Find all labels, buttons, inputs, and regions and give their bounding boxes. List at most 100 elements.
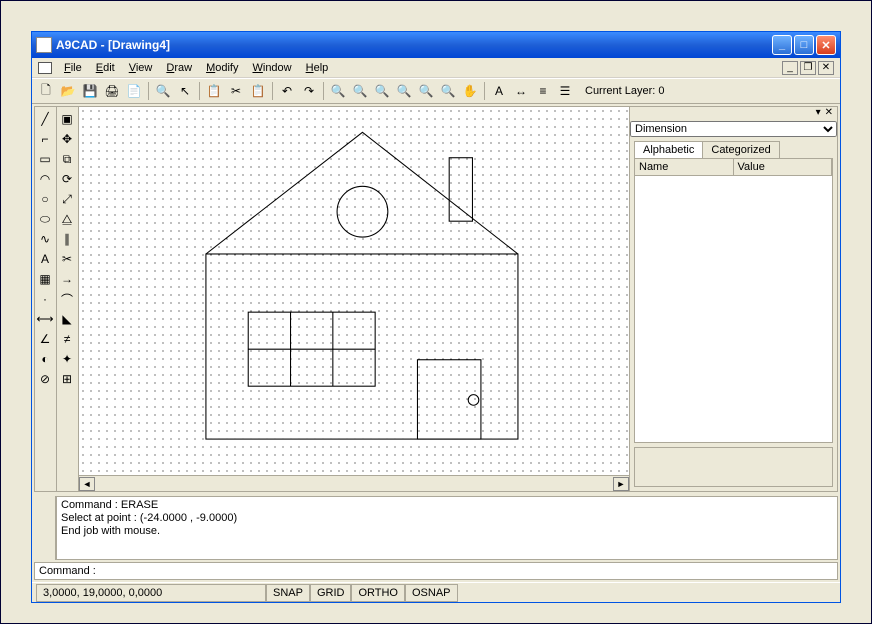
circle-button[interactable]: ○ bbox=[35, 189, 55, 209]
panel-close-icon[interactable]: ✕ bbox=[823, 107, 835, 121]
command-log[interactable]: Command : ERASE Select at point : (-24.0… bbox=[56, 496, 838, 560]
modify-toolbar: ▣✥⧉⟳⤢⧋∥✂→⌒◣≠✦⊞ bbox=[57, 107, 79, 491]
copy-button[interactable]: 📋 bbox=[204, 81, 224, 101]
rotate-button[interactable]: ⟳ bbox=[57, 169, 77, 189]
zoom-realtime-button[interactable]: 🔍 bbox=[416, 81, 436, 101]
snap-toggle[interactable]: SNAP bbox=[266, 584, 310, 602]
properties-panel: ▾ ✕ Dimension Alphabetic Categorized Nam… bbox=[629, 107, 837, 491]
zoom-previous-button[interactable]: 🔍 bbox=[438, 81, 458, 101]
chamfer-button[interactable]: ◣ bbox=[57, 309, 77, 329]
drawing-content bbox=[79, 107, 629, 475]
fillet-button[interactable]: ⌒ bbox=[57, 289, 77, 309]
dim-button[interactable]: ↔ bbox=[511, 81, 531, 101]
undo-button[interactable]: ↶ bbox=[277, 81, 297, 101]
scroll-right-button[interactable]: ► bbox=[613, 477, 629, 491]
command-toolbar bbox=[34, 496, 56, 560]
current-layer-label: Current Layer: 0 bbox=[581, 83, 668, 99]
menu-draw[interactable]: Draw bbox=[160, 61, 198, 75]
move-button[interactable]: ✥ bbox=[57, 129, 77, 149]
text-button[interactable]: A bbox=[489, 81, 509, 101]
property-grid-header: Name Value bbox=[634, 158, 833, 176]
array-button[interactable]: ⊞ bbox=[57, 369, 77, 389]
line-button[interactable]: ╱ bbox=[35, 109, 55, 129]
offset-button[interactable]: ∥ bbox=[57, 229, 77, 249]
rectangle-button[interactable]: ▭ bbox=[35, 149, 55, 169]
trim-button[interactable]: ✂ bbox=[57, 249, 77, 269]
app-icon bbox=[36, 37, 52, 53]
dim-radius-button[interactable]: ◐ bbox=[35, 349, 55, 369]
grid-toggle[interactable]: GRID bbox=[310, 584, 352, 602]
command-area: Command : ERASE Select at point : (-24.0… bbox=[34, 496, 838, 560]
new-button[interactable]: 🗋 bbox=[36, 81, 56, 101]
dim-diameter-button[interactable]: ⊘ bbox=[35, 369, 55, 389]
print-button[interactable]: 🖨 bbox=[102, 81, 122, 101]
export-button[interactable]: 📄 bbox=[124, 81, 144, 101]
command-prompt: Command : bbox=[39, 565, 96, 577]
zoom-window-button[interactable]: 🔍 bbox=[372, 81, 392, 101]
paste-button[interactable]: 📋 bbox=[248, 81, 268, 101]
explode-button[interactable]: ✦ bbox=[57, 349, 77, 369]
panel-pin-icon[interactable]: ▾ bbox=[814, 107, 823, 121]
zoom-extents-button[interactable]: 🔍 bbox=[394, 81, 414, 101]
property-grid-body[interactable] bbox=[634, 176, 833, 443]
redo-button[interactable]: ↷ bbox=[299, 81, 319, 101]
dim-linear-button[interactable]: ⟷ bbox=[35, 309, 55, 329]
mdi-minimize-button[interactable]: _ bbox=[782, 61, 798, 75]
drawing-canvas[interactable] bbox=[79, 107, 629, 475]
draw-toolbar: ╱⌐▭◠○⬭∿A▦·⟷∠◐⊘ bbox=[35, 107, 57, 491]
select-button[interactable]: ▣ bbox=[57, 109, 77, 129]
info-button[interactable]: 🔍 bbox=[153, 81, 173, 101]
ortho-toggle[interactable]: ORTHO bbox=[351, 584, 405, 602]
col-name[interactable]: Name bbox=[635, 159, 734, 175]
col-value[interactable]: Value bbox=[734, 159, 833, 175]
titlebar[interactable]: A9CAD - [Drawing4] _ □ ✕ bbox=[32, 32, 840, 58]
menu-help[interactable]: Help bbox=[300, 61, 335, 75]
scale-button[interactable]: ⤢ bbox=[57, 189, 77, 209]
menu-window[interactable]: Window bbox=[246, 61, 297, 75]
zoom-in-button[interactable]: 🔍 bbox=[328, 81, 348, 101]
pick-button[interactable]: ↖ bbox=[175, 81, 195, 101]
app-window: A9CAD - [Drawing4] _ □ ✕ File Edit View … bbox=[0, 0, 872, 624]
spline-button[interactable]: ∿ bbox=[35, 229, 55, 249]
menubar: File Edit View Draw Modify Window Help _… bbox=[32, 58, 840, 78]
ellipse-button[interactable]: ⬭ bbox=[35, 209, 55, 229]
coordinates-display: 3,0000, 19,0000, 0,0000 bbox=[36, 584, 266, 602]
workarea: ╱⌐▭◠○⬭∿A▦·⟷∠◐⊘ ▣✥⧉⟳⤢⧋∥✂→⌒◣≠✦⊞ ◄ ► bbox=[34, 106, 838, 492]
props-button[interactable]: ☰ bbox=[555, 81, 575, 101]
menu-file[interactable]: File bbox=[58, 61, 88, 75]
dim-angular-button[interactable]: ∠ bbox=[35, 329, 55, 349]
main-toolbar: 🗋📂💾🖨📄🔍↖📋✂📋↶↷🔍🔍🔍🔍🔍🔍✋A↔≡☰Current Layer: 0 bbox=[32, 78, 840, 104]
document-icon bbox=[38, 62, 52, 74]
object-type-dropdown[interactable]: Dimension bbox=[630, 121, 837, 137]
mdi-close-button[interactable]: ✕ bbox=[818, 61, 834, 75]
layers-button[interactable]: ≡ bbox=[533, 81, 553, 101]
copy-obj-button[interactable]: ⧉ bbox=[57, 149, 77, 169]
tab-categorized[interactable]: Categorized bbox=[702, 141, 779, 158]
scroll-left-button[interactable]: ◄ bbox=[79, 477, 95, 491]
extend-button[interactable]: → bbox=[57, 269, 77, 289]
cut-button[interactable]: ✂ bbox=[226, 81, 246, 101]
minimize-button[interactable]: _ bbox=[772, 35, 792, 55]
osnap-toggle[interactable]: OSNAP bbox=[405, 584, 458, 602]
horizontal-scrollbar[interactable]: ◄ ► bbox=[79, 475, 629, 491]
tab-alphabetic[interactable]: Alphabetic bbox=[634, 141, 703, 158]
save-button[interactable]: 💾 bbox=[80, 81, 100, 101]
open-button[interactable]: 📂 bbox=[58, 81, 78, 101]
pan-button[interactable]: ✋ bbox=[460, 81, 480, 101]
zoom-out-button[interactable]: 🔍 bbox=[350, 81, 370, 101]
arc-button[interactable]: ◠ bbox=[35, 169, 55, 189]
menu-edit[interactable]: Edit bbox=[90, 61, 121, 75]
point-button[interactable]: · bbox=[35, 289, 55, 309]
maximize-button[interactable]: □ bbox=[794, 35, 814, 55]
close-button[interactable]: ✕ bbox=[816, 35, 836, 55]
hatch-button[interactable]: ▦ bbox=[35, 269, 55, 289]
break-button[interactable]: ≠ bbox=[57, 329, 77, 349]
mdi-restore-button[interactable]: ❐ bbox=[800, 61, 816, 75]
window-title: A9CAD - [Drawing4] bbox=[56, 38, 170, 52]
text-tool-button[interactable]: A bbox=[35, 249, 55, 269]
polyline-button[interactable]: ⌐ bbox=[35, 129, 55, 149]
menu-view[interactable]: View bbox=[123, 61, 159, 75]
menu-modify[interactable]: Modify bbox=[200, 61, 244, 75]
command-input[interactable]: Command : bbox=[34, 562, 838, 580]
mirror-button[interactable]: ⧋ bbox=[57, 209, 77, 229]
